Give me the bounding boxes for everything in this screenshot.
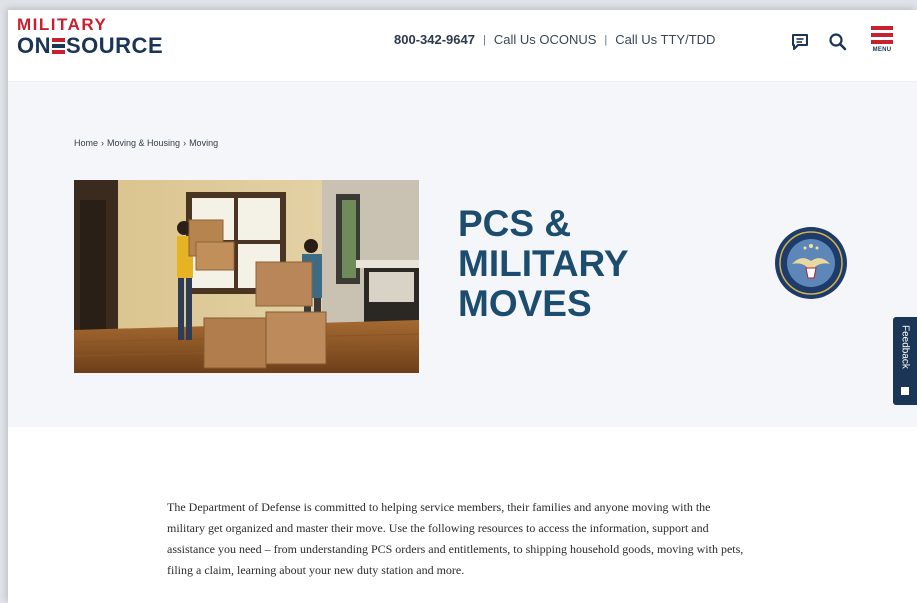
site-header: MILITARY ON SOURCE 800-342-9647 | Call U… bbox=[8, 10, 917, 82]
separator: | bbox=[482, 33, 486, 46]
hero-section: Home › Moving & Housing › Moving PCS & M… bbox=[8, 82, 917, 427]
intro-paragraph: The Department of Defense is committed t… bbox=[167, 500, 744, 577]
feedback-label: Feedback bbox=[899, 325, 911, 369]
military-onesource-logo[interactable]: MILITARY ON SOURCE bbox=[17, 16, 163, 58]
feedback-tab[interactable]: Feedback bbox=[893, 317, 917, 405]
breadcrumb: Home › Moving & Housing › Moving bbox=[74, 138, 218, 148]
page-frame: MILITARY ON SOURCE 800-342-9647 | Call U… bbox=[8, 10, 917, 603]
call-tty-link[interactable]: Call Us TTY/TDD bbox=[615, 32, 715, 47]
page-title-line-1: PCS & bbox=[458, 203, 572, 244]
feedback-icon bbox=[901, 387, 909, 395]
hero-photo bbox=[74, 180, 419, 373]
menu-label: MENU bbox=[872, 47, 892, 53]
logo-bars-mark bbox=[52, 38, 65, 54]
breadcrumb-moving-housing[interactable]: Moving & Housing bbox=[107, 138, 180, 148]
logo-bottom-left: ON bbox=[17, 33, 51, 58]
logo-bottom-right: SOURCE bbox=[66, 33, 164, 58]
separator: | bbox=[604, 33, 608, 46]
search-icon[interactable] bbox=[828, 32, 848, 57]
breadcrumb-separator: › bbox=[101, 138, 105, 148]
page-title-line-2: MILITARY bbox=[458, 243, 629, 284]
call-oconus-link[interactable]: Call Us OCONUS bbox=[494, 32, 597, 47]
page-title-line-3: MOVES bbox=[458, 283, 592, 324]
breadcrumb-separator: › bbox=[183, 138, 187, 148]
menu-icon bbox=[871, 26, 893, 30]
logo-top-text: MILITARY bbox=[17, 15, 108, 34]
chat-icon[interactable] bbox=[790, 32, 810, 57]
menu-button[interactable]: MENU bbox=[870, 26, 894, 53]
breadcrumb-home[interactable]: Home bbox=[74, 138, 98, 148]
logo-bottom-text: ON SOURCE bbox=[17, 34, 163, 58]
department-of-defense-seal-icon bbox=[774, 226, 848, 300]
page-title: PCS & MILITARY MOVES bbox=[458, 204, 718, 324]
contact-bar: 800-342-9647 | Call Us OCONUS | Call Us … bbox=[394, 32, 715, 47]
phone-link[interactable]: 800-342-9647 bbox=[394, 32, 475, 47]
breadcrumb-moving[interactable]: Moving bbox=[189, 138, 218, 148]
